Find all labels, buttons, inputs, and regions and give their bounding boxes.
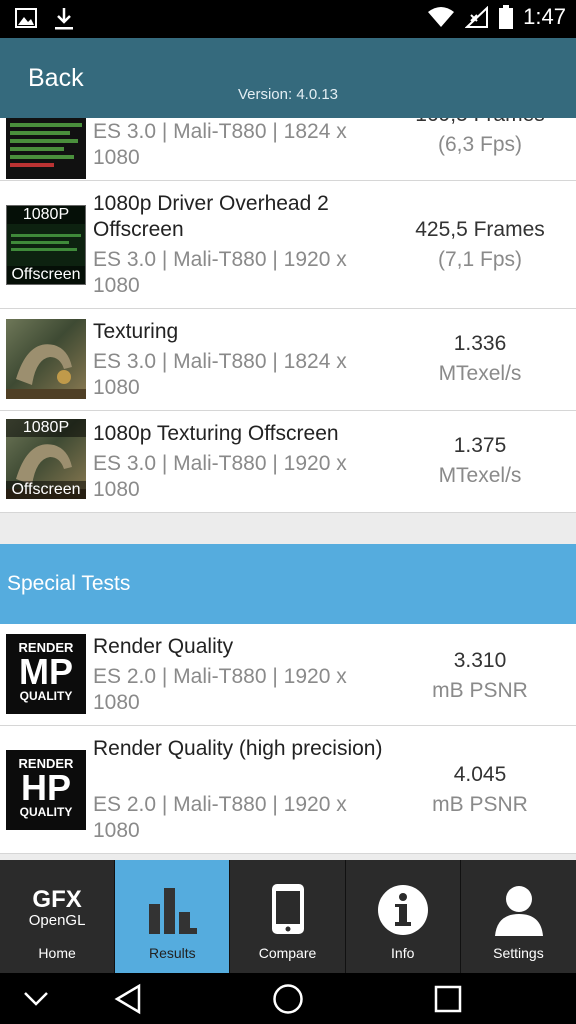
bar-chart-icon	[149, 888, 198, 934]
battery-icon	[499, 5, 514, 29]
test-score: 1.375	[453, 434, 507, 457]
section-title: Special Tests	[7, 572, 131, 595]
tab-label: Results	[148, 945, 196, 961]
gfx-logo-icon: GFX OpenGL	[28, 886, 86, 930]
test-score-unit: mB PSNR	[432, 679, 528, 702]
test-title: 1080p Texturing Offscreen	[93, 422, 339, 445]
chevron-down-icon[interactable]	[22, 989, 50, 1009]
result-row[interactable]: 1080P Offscreen 1080p Driver Overhead 2 …	[0, 181, 576, 309]
test-subtitle: ES 2.0 | Mali-T880 | 1920 x 1080	[93, 665, 347, 714]
user-icon	[494, 886, 543, 936]
test-subtitle: ES 3.0 | Mali-T880 | 1824 x 1080	[93, 350, 347, 399]
test-score: 1.336	[453, 332, 507, 355]
result-row[interactable]: ES 3.0 | Mali-T880 | 1824 x 1080 169,5 F…	[0, 118, 576, 181]
test-subtitle: ES 3.0 | Mali-T880 | 1824 x 1080	[93, 120, 347, 169]
tab-settings[interactable]: Settings	[461, 860, 576, 973]
tab-label: Compare	[258, 945, 317, 961]
bottom-tab-bar: GFX OpenGL Home Results Compare Info Set…	[0, 860, 576, 973]
test-score: 4.045	[453, 763, 507, 786]
clock: 1:47	[523, 4, 566, 29]
tab-info[interactable]: Info	[346, 860, 461, 973]
badge-resolution: 1080P	[7, 206, 85, 224]
download-icon	[55, 8, 73, 30]
test-score-unit: MTexel/s	[438, 464, 522, 487]
section-header: Special Tests	[0, 544, 576, 624]
render-quality-hp-icon: RENDER HP QUALITY	[6, 750, 86, 830]
tab-compare[interactable]: Compare	[230, 860, 346, 973]
result-row[interactable]: Texturing ES 3.0 | Mali-T880 | 1824 x 10…	[0, 309, 576, 411]
back-triangle-icon[interactable]	[113, 983, 143, 1015]
wifi-icon	[428, 7, 455, 27]
phone-icon	[272, 884, 305, 934]
result-row[interactable]: RENDER MP QUALITY Render Quality ES 2.0 …	[0, 624, 576, 726]
test-title: 1080p Driver Overhead 2 Offscreen	[93, 192, 329, 241]
status-bar: 1:47	[0, 0, 576, 38]
image-notification-icon	[15, 8, 37, 28]
test-subtitle: ES 2.0 | Mali-T880 | 1920 x 1080	[93, 793, 347, 842]
badge-resolution: 1080P	[6, 419, 86, 437]
test-thumbnail	[6, 319, 86, 399]
tab-home[interactable]: GFX OpenGL Home	[0, 860, 116, 973]
tab-label: Settings	[493, 945, 544, 961]
test-thumbnail	[6, 118, 86, 179]
signal-icon	[465, 6, 489, 28]
test-title: Render Quality	[93, 635, 234, 658]
render-quality-mp-icon: RENDER MP QUALITY	[6, 634, 86, 714]
test-thumbnail: 1080P Offscreen	[6, 205, 86, 285]
badge-offscreen: Offscreen	[7, 266, 85, 284]
test-score: 169,5 Frames	[392, 118, 568, 130]
test-subtitle: ES 3.0 | Mali-T880 | 1920 x 1080	[93, 452, 347, 501]
test-thumbnail: 1080P Offscreen	[6, 419, 86, 499]
test-score-unit: mB PSNR	[432, 793, 528, 816]
test-score-unit: (6,3 Fps)	[437, 133, 523, 156]
badge-offscreen: Offscreen	[6, 481, 86, 499]
test-score-unit: (7,1 Fps)	[437, 248, 523, 271]
test-title: Texturing	[93, 320, 179, 343]
test-score: 3.310	[453, 649, 507, 672]
home-circle-icon[interactable]	[272, 983, 304, 1015]
tab-label: Info	[391, 945, 415, 961]
tab-label: Home	[38, 945, 76, 961]
info-icon	[377, 885, 428, 935]
recents-square-icon[interactable]	[434, 985, 462, 1013]
test-subtitle: ES 3.0 | Mali-T880 | 1920 x 1080	[93, 248, 347, 297]
result-row[interactable]: 1080P Offscreen 1080p Texturing Offscree…	[0, 411, 576, 513]
version-label: Version: 4.0.13	[237, 86, 339, 103]
test-score: 425,5 Frames	[415, 218, 545, 241]
tab-results[interactable]: Results	[115, 860, 231, 973]
test-title: Render Quality (high precision)	[93, 737, 383, 760]
results-list[interactable]: ES 3.0 | Mali-T880 | 1824 x 1080 169,5 F…	[0, 118, 576, 860]
test-score-unit: MTexel/s	[438, 362, 522, 385]
system-nav-bar	[0, 973, 576, 1024]
app-bar: Back Version: 4.0.13	[0, 38, 576, 118]
result-row[interactable]: RENDER HP QUALITY Render Quality (high p…	[0, 726, 576, 854]
